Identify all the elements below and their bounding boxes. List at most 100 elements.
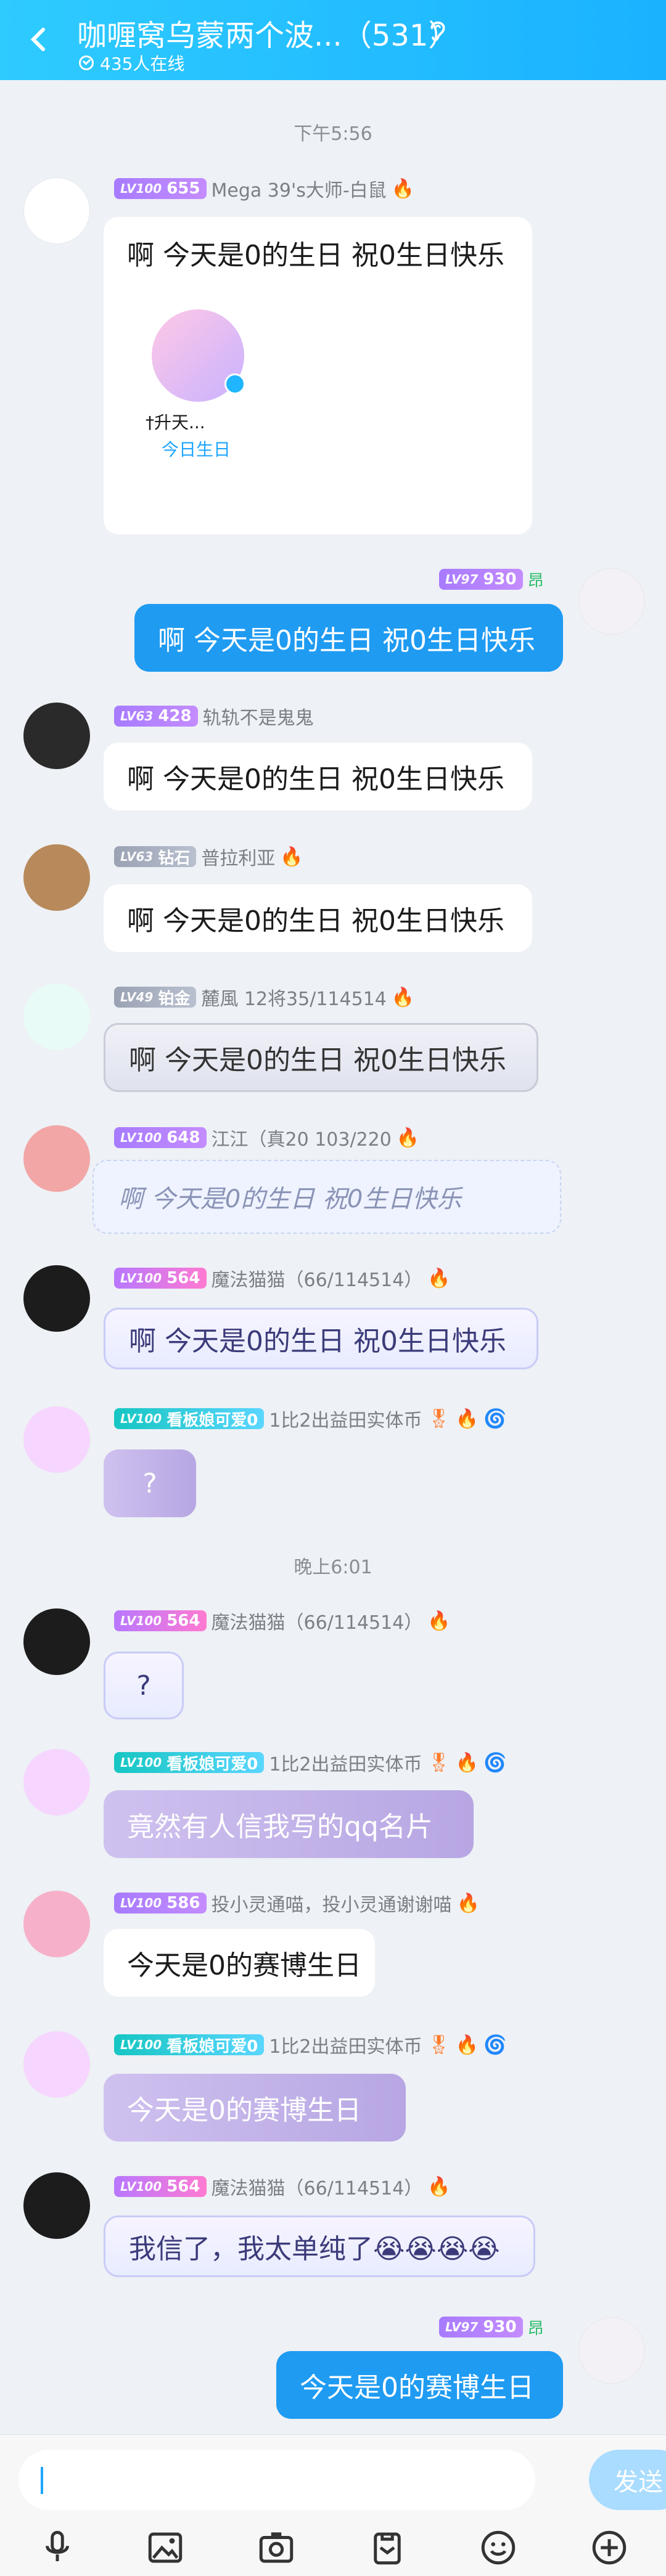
message-bubble[interactable]: ?: [104, 1449, 196, 1517]
message-bubble[interactable]: 啊 今天是0的生日 祝0生日快乐: [104, 1023, 538, 1092]
plus-icon[interactable]: [589, 2527, 630, 2568]
avatar[interactable]: [23, 2172, 90, 2239]
level-badge: LV100 看板娘可爱0: [114, 1408, 265, 1430]
text-cursor: [41, 2467, 43, 2494]
level-badge: LV100 564: [114, 2176, 207, 2197]
avatar[interactable]: [23, 1749, 90, 1816]
sender-tag: 昂: [527, 2319, 544, 2338]
timestamp: 晚上6:01: [294, 1557, 372, 1578]
level-badge: LV100 看板娘可爱0: [114, 2034, 265, 2056]
level-badge: LV49 铂金: [114, 987, 197, 1008]
message-bubble[interactable]: 啊 今天是0的生日 祝0生日快乐: [134, 604, 563, 672]
level-badge: LV97 930: [439, 569, 523, 590]
sender-line: LV100 648 江江（真20 103/220 🔥: [114, 1125, 419, 1151]
sender-line: LV97 930 昂: [439, 2315, 544, 2339]
badge-icon: 🎖: [427, 1751, 451, 1774]
avatar[interactable]: [23, 1891, 90, 1957]
sender-name: 麓風 12将35/114514: [201, 988, 387, 1010]
avatar[interactable]: [23, 1125, 90, 1192]
avatar[interactable]: [23, 984, 90, 1050]
clipboard-icon[interactable]: [367, 2527, 408, 2568]
avatar[interactable]: [23, 2031, 90, 2098]
sender-name: Mega 39's大师-白鼠: [211, 180, 387, 202]
sender-line: LV100 564 魔法猫猫（66/114514） 🔥: [114, 1266, 451, 1291]
avatar[interactable]: [23, 1406, 90, 1473]
avatar[interactable]: [23, 1608, 90, 1675]
flame-badge-icon: 🔥: [427, 1610, 451, 1632]
sender-name: 普拉利亚: [201, 848, 276, 870]
level-badge: LV100 648: [114, 1127, 207, 1148]
message-text: 今天是0的赛博生日: [127, 1950, 361, 1981]
self-avatar[interactable]: [578, 568, 645, 635]
sender-tag: 昂: [527, 571, 544, 590]
image-icon[interactable]: [145, 2527, 186, 2568]
timestamp: 下午5:56: [294, 123, 372, 145]
sender-line: LV100 564 魔法猫猫（66/114514） 🔥: [114, 2174, 451, 2199]
sender-line: LV100 586 投小灵通喵，投小灵通谢谢喵 🔥: [114, 1891, 480, 1916]
message-bubble[interactable]: 我信了，我太单纯了😭😭😭😭: [104, 2215, 535, 2277]
message-bubble[interactable]: 啊 今天是0的生日 祝0生日快乐: [104, 884, 532, 952]
ear-icon: [430, 21, 445, 41]
self-avatar[interactable]: [578, 2317, 645, 2384]
level-badge: LV63 428: [114, 706, 198, 727]
message-bubble[interactable]: 啊 今天是0的生日 祝0生日快乐 †升天... 今日生日: [104, 217, 532, 534]
input-bar: 发送: [0, 2434, 666, 2576]
avatar[interactable]: [23, 1265, 90, 1332]
level-badge: LV97 930: [439, 2317, 523, 2338]
fire-icon: 🔥: [456, 1892, 480, 1914]
message-bubble[interactable]: 今天是0的赛博生日: [104, 1929, 375, 1997]
message-bubble[interactable]: 啊 今天是0的生日 祝0生日快乐: [104, 743, 532, 810]
camera-icon[interactable]: [256, 2527, 297, 2568]
message-text: ?: [142, 1467, 157, 1499]
message-text: 啊 今天是0的生日 祝0生日快乐: [158, 625, 535, 656]
message-bubble[interactable]: 今天是0的赛博生日: [104, 2074, 406, 2142]
chat-header: 咖喱窝乌蒙两个波...（531） 435人在线: [0, 0, 666, 80]
message-text: 今天是0的赛博生日: [300, 2372, 534, 2403]
level-badge: LV100 655: [114, 178, 207, 199]
fire-icon: 🔥: [455, 2034, 479, 2056]
message-bubble[interactable]: ?: [104, 1652, 184, 1719]
toolbar: [0, 2521, 666, 2570]
verified-icon: [224, 373, 245, 394]
message-text: 啊 今天是0的生日 祝0生日快乐: [118, 1185, 462, 1213]
swirl-icon: 🌀: [483, 2034, 507, 2056]
message-bubble[interactable]: 竟然有人信我写的qq名片: [104, 1790, 474, 1858]
message-input[interactable]: [18, 2450, 535, 2510]
group-title[interactable]: 咖喱窝乌蒙两个波...（531）: [77, 11, 458, 54]
message-text: 啊 今天是0的生日 祝0生日快乐: [129, 1045, 506, 1076]
online-check-icon: [79, 55, 94, 70]
back-arrow-icon[interactable]: [25, 25, 54, 54]
message-text: 啊 今天是0的生日 祝0生日快乐: [129, 1326, 506, 1357]
swirl-icon: 🌀: [483, 1408, 507, 1430]
message-text: 今天是0的赛博生日: [127, 2095, 361, 2126]
send-button[interactable]: 发送: [589, 2450, 666, 2510]
message-text: 啊 今天是0的生日 祝0生日快乐: [127, 764, 504, 795]
level-badge: LV100 586: [114, 1893, 207, 1914]
sender-name: 投小灵通喵，投小灵通谢谢喵: [211, 1894, 452, 1916]
message-text: ?: [136, 1669, 151, 1702]
message-bubble[interactable]: 今天是0的赛博生日: [276, 2351, 563, 2419]
sender-line: LV97 930 昂: [439, 567, 544, 592]
fire-icon: 🔥: [280, 846, 303, 868]
avatar[interactable]: [23, 703, 90, 769]
sender-line: LV100 看板娘可爱0 1比2出益田实体币 🎖 🔥 🌀: [114, 2032, 507, 2058]
avatar[interactable]: [23, 177, 90, 244]
level-badge: LV100 看板娘可爱0: [114, 1752, 265, 1774]
level-badge: LV100 564: [114, 1610, 207, 1631]
message-bubble[interactable]: 啊 今天是0的生日 祝0生日快乐: [104, 1308, 538, 1369]
sender-line: LV100 655 Mega 39's大师-白鼠 🔥: [114, 176, 414, 202]
sender-line: LV100 564 魔法猫猫（66/114514） 🔥: [114, 1608, 451, 1634]
mic-icon[interactable]: [37, 2527, 78, 2568]
sender-name: 1比2出益田实体币: [269, 2036, 422, 2058]
profile-card-sub: 今日生日: [162, 439, 231, 460]
emoji-icon[interactable]: [478, 2527, 519, 2568]
sender-name: 魔法猫猫（66/114514）: [211, 1612, 423, 1634]
message-bubble[interactable]: 啊 今天是0的生日 祝0生日快乐: [92, 1160, 561, 1234]
message-text: 竟然有人信我写的qq名片: [127, 1811, 433, 1843]
sender-name: 1比2出益田实体币: [269, 1410, 422, 1432]
sender-name: 魔法猫猫（66/114514）: [211, 1270, 423, 1291]
sender-name: 轨轨不是鬼鬼: [202, 707, 314, 729]
profile-card-avatar[interactable]: [152, 309, 245, 402]
avatar[interactable]: [23, 844, 90, 911]
sender-line: LV63 钻石 普拉利亚 🔥: [114, 844, 303, 870]
